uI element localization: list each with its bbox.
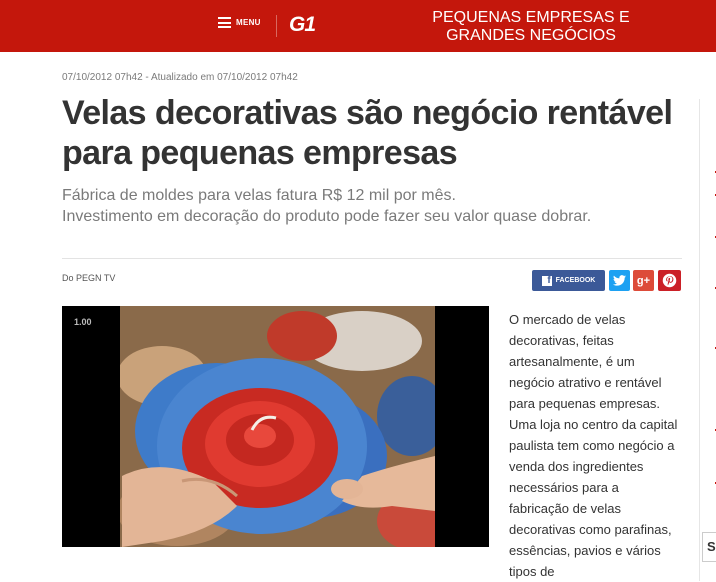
- top-header-bar: MENU G1 PEQUENAS EMPRESAS E GRANDES NEGÓ…: [0, 0, 716, 52]
- publish-date: 07/10/2012 07h42 - Atualizado em 07/10/2…: [62, 72, 298, 83]
- googleplus-share-button[interactable]: g+: [633, 270, 654, 291]
- right-sidebar-edge: [699, 99, 716, 581]
- video-thumbnail: [62, 306, 489, 547]
- divider: [62, 258, 682, 259]
- facebook-icon: f: [541, 275, 552, 286]
- section-title-line2: GRANDES NEGÓCIOS: [446, 27, 616, 44]
- pinterest-p-icon: [662, 273, 677, 288]
- twitter-share-button[interactable]: [609, 270, 630, 291]
- article-title: Velas decorativas são negócio rentável p…: [62, 94, 673, 172]
- facebook-share-button[interactable]: f FACEBOOK: [532, 270, 605, 291]
- byline: Do PEGN TV: [62, 273, 116, 283]
- article-subtitle: Fábrica de moldes para velas fatura R$ 1…: [62, 185, 682, 227]
- article-body: O mercado de velas decorativas, feitas a…: [509, 312, 678, 579]
- playback-speed: 1.00: [74, 317, 92, 327]
- googleplus-label: g+: [636, 274, 651, 287]
- menu-label: MENU: [236, 18, 261, 27]
- g1-logo[interactable]: G1: [289, 13, 316, 37]
- facebook-share-label: FACEBOOK: [555, 277, 596, 284]
- subtitle-line1: Fábrica de moldes para velas fatura R$ 1…: [62, 187, 456, 204]
- pinterest-share-button[interactable]: [658, 270, 681, 291]
- header-divider: [276, 15, 277, 37]
- sidebar-partial-label[interactable]: S: [702, 532, 716, 562]
- menu-button[interactable]: MENU: [218, 17, 261, 28]
- video-player[interactable]: 1.00: [62, 306, 489, 547]
- hamburger-icon: [218, 17, 231, 28]
- section-title[interactable]: PEQUENAS EMPRESAS E GRANDES NEGÓCIOS: [404, 9, 658, 45]
- twitter-bird-icon: [613, 275, 626, 286]
- section-title-line1: PEQUENAS EMPRESAS E: [432, 9, 630, 26]
- subtitle-line2: Investimento em decoração do produto pod…: [62, 208, 592, 225]
